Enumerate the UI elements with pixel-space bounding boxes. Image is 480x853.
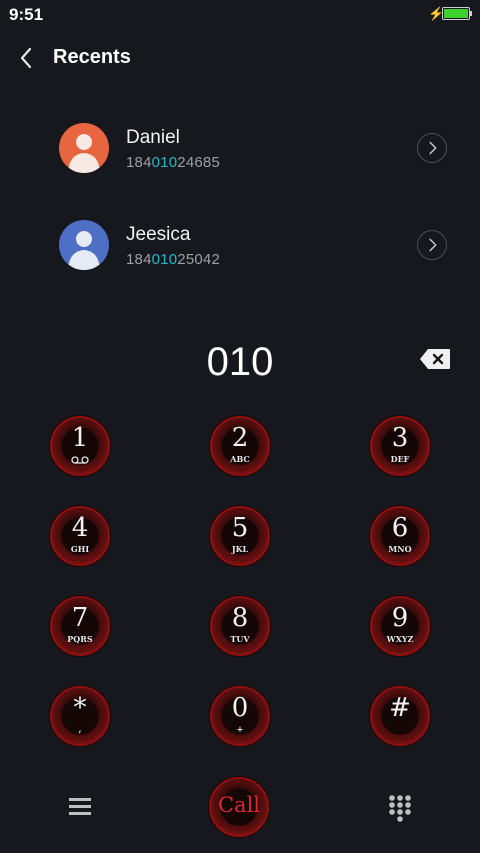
call-button[interactable]: Call	[207, 775, 271, 839]
call-label: Call	[217, 793, 261, 817]
menu-icon[interactable]	[66, 795, 94, 819]
avatar	[59, 220, 109, 270]
contact-name: Jeesica	[126, 224, 191, 245]
key-3[interactable]: 3 DEF	[368, 414, 432, 478]
back-arrow-icon[interactable]	[14, 44, 38, 72]
contact-number: 18401025042	[126, 251, 220, 268]
page-title: Recents	[53, 46, 131, 68]
number-suffix: 25042	[177, 251, 220, 268]
key-9[interactable]: 9 WXYZ	[368, 594, 432, 658]
key-letters: PQRS	[67, 634, 93, 644]
key-2[interactable]: 2 ABC	[208, 414, 272, 478]
contact-detail-button[interactable]	[417, 133, 447, 163]
recent-contact-jeesica[interactable]: Jeesica 18401025042	[0, 220, 480, 280]
header: Recents	[0, 36, 480, 80]
key-digit: 6	[391, 513, 409, 543]
key-digit: #	[389, 693, 411, 723]
key-digit: *	[73, 693, 87, 723]
key-letters: ABC	[230, 454, 250, 464]
battery-level	[444, 9, 468, 18]
key-star[interactable]: * ,	[48, 684, 112, 748]
key-5[interactable]: 5 JKL	[208, 504, 272, 568]
key-digit: 8	[231, 603, 249, 633]
key-letters: MNO	[388, 544, 412, 554]
avatar	[59, 123, 109, 173]
dial-number-display: 010	[206, 340, 274, 384]
key-digit: 5	[231, 513, 249, 543]
key-hash[interactable]: #	[368, 684, 432, 748]
key-digit: 0	[231, 693, 249, 723]
contact-number: 18401024685	[126, 154, 220, 171]
key-digit: 1	[71, 423, 89, 453]
backspace-icon[interactable]	[419, 348, 451, 370]
number-match: 010	[151, 154, 178, 171]
key-letters: TUV	[230, 634, 250, 644]
number-prefix: 184	[126, 251, 152, 268]
recent-contact-daniel[interactable]: Daniel 18401024685	[0, 123, 480, 183]
number-suffix: 24685	[177, 154, 220, 171]
key-7[interactable]: 7 PQRS	[48, 594, 112, 658]
key-digit: 4	[71, 513, 89, 543]
status-bar: 9:51 ⚡	[0, 0, 480, 28]
contact-detail-button[interactable]	[417, 230, 447, 260]
key-0[interactable]: 0 +	[208, 684, 272, 748]
key-letters: WXYZ	[386, 634, 414, 644]
status-time: 9:51	[9, 5, 44, 24]
battery-icon	[442, 7, 472, 20]
key-4[interactable]: 4 GHI	[48, 504, 112, 568]
key-letters: DEF	[390, 454, 410, 464]
key-6[interactable]: 6 MNO	[368, 504, 432, 568]
dialpad-icon[interactable]	[386, 794, 414, 824]
key-digit: 9	[391, 603, 409, 633]
key-digit: 2	[231, 423, 249, 453]
key-8[interactable]: 8 TUV	[208, 594, 272, 658]
contact-name: Daniel	[126, 127, 180, 148]
key-letters: JKL	[231, 544, 249, 554]
key-letters: ,	[78, 724, 82, 734]
number-match: 010	[151, 251, 178, 268]
key-digit: 7	[71, 603, 89, 633]
key-1[interactable]: 1	[48, 414, 112, 478]
key-digit: 3	[391, 423, 409, 453]
voicemail-icon	[71, 456, 89, 464]
key-letters: GHI	[70, 544, 90, 554]
number-prefix: 184	[126, 154, 152, 171]
key-letters: +	[236, 724, 244, 734]
